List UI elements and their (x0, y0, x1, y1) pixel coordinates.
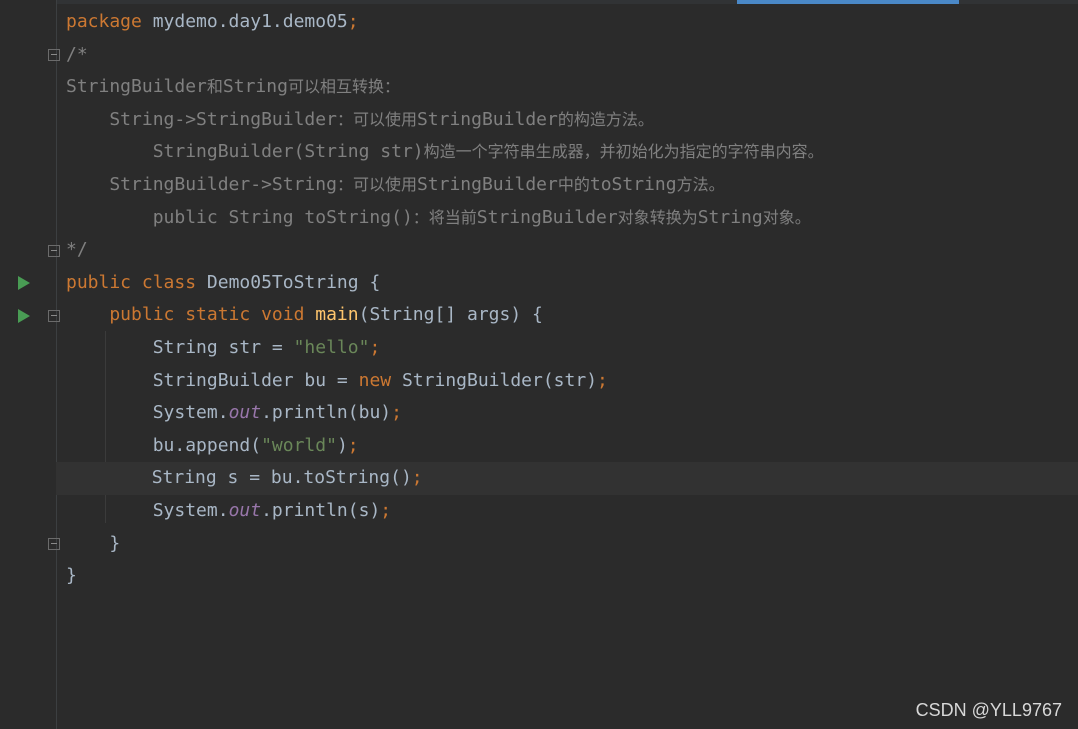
code-line[interactable]: public static void main(String[] args) { (57, 299, 1078, 332)
code-token: StringBuilder (66, 76, 207, 98)
code-token: } (66, 532, 121, 554)
code-token: String (222, 76, 288, 98)
code-token: String str = (66, 336, 294, 358)
code-token: public static void (66, 304, 316, 326)
code-text: StringBuilder(String str)构造一个字符串生成器，并初始化… (66, 136, 824, 169)
code-line[interactable]: public String toString()：将当前StringBuilde… (57, 202, 1078, 235)
code-line[interactable]: String->StringBuilder：可以使用StringBuilder的… (57, 104, 1078, 137)
code-token: } (66, 565, 77, 587)
code-text: StringBuilder bu = new StringBuilder(str… (66, 365, 608, 398)
code-token: StringBuilder bu = (66, 369, 359, 391)
code-editor[interactable]: package mydemo.day1.demo05; /* StringBuild… (56, 6, 1078, 593)
code-token: 对象。 (762, 207, 811, 227)
code-text: System.out.println(s); (66, 495, 391, 528)
code-text: bu.append("world"); (66, 430, 359, 463)
code-token: mydemo.day1.demo05 (152, 11, 348, 32)
code-token: ) (336, 434, 348, 456)
code-text: } (66, 528, 120, 561)
code-token: String s = bu.toString() (65, 467, 412, 489)
code-token: out (228, 402, 262, 424)
code-token: StringBuilder (416, 108, 558, 130)
code-text: String->StringBuilder：可以使用StringBuilder的… (66, 104, 654, 137)
code-line[interactable]: String str = "hello"; (57, 332, 1078, 365)
code-token: 的构造方法。 (557, 109, 654, 129)
code-token: StringBuilder (476, 206, 618, 228)
code-token: public String toString() (66, 206, 413, 228)
editor-gutter (0, 0, 57, 729)
code-token: 可以相互转换： (287, 77, 400, 97)
code-text: } (66, 560, 77, 593)
code-text: String str = "hello"; (66, 332, 381, 365)
code-token: ; (380, 499, 392, 521)
code-text: StringBuilder和String可以相互转换： (66, 71, 400, 104)
code-token: String (697, 206, 763, 228)
code-token: ; (391, 402, 402, 424)
code-line[interactable]: bu.append("world"); (57, 430, 1078, 463)
code-text: StringBuilder->String：可以使用StringBuilder中… (66, 169, 725, 202)
code-token: "world" (261, 434, 337, 456)
code-token: .println(s) (261, 499, 381, 521)
code-token: StringBuilder->String (66, 173, 337, 195)
code-text: package mydemo.day1.demo05; (66, 6, 359, 39)
code-token: public class (66, 271, 207, 293)
code-text: */ (66, 234, 88, 267)
code-token: new (358, 369, 402, 391)
code-line[interactable]: String s = bu.toString(); (56, 462, 1078, 495)
code-line[interactable]: System.out.println(bu); (57, 397, 1078, 430)
code-token: bu.append( (66, 434, 262, 456)
code-line[interactable]: } (57, 528, 1078, 561)
code-token: "hello" (293, 336, 370, 358)
code-token: StringBuilder(String str) (66, 141, 424, 163)
code-token: String->StringBuilder (66, 108, 337, 130)
code-line[interactable]: */ (57, 234, 1078, 267)
code-token: System. (66, 499, 229, 521)
code-token: Demo05ToString { (206, 271, 381, 293)
code-token: main (315, 304, 359, 326)
code-text: public String toString()：将当前StringBuilde… (66, 202, 811, 235)
code-line[interactable]: StringBuilder(String str)构造一个字符串生成器，并初始化… (57, 136, 1078, 169)
code-token: */ (66, 239, 88, 261)
code-token: out (228, 499, 262, 521)
code-line[interactable]: StringBuilder和String可以相互转换： (57, 71, 1078, 104)
code-line[interactable]: public class Demo05ToString { (57, 267, 1078, 300)
code-token: /* (66, 43, 88, 65)
code-token: toString (589, 173, 677, 195)
code-token: ; (411, 467, 423, 489)
code-token: ：将当前 (412, 207, 477, 227)
code-token: StringBuilder (416, 173, 558, 195)
code-line[interactable]: /* (57, 39, 1078, 72)
run-icon[interactable] (18, 308, 30, 323)
code-token: 和 (206, 77, 223, 97)
code-line[interactable]: StringBuilder->String：可以使用StringBuilder中… (57, 169, 1078, 202)
code-token: ; (597, 369, 608, 391)
code-line[interactable]: package mydemo.day1.demo05; (57, 6, 1078, 39)
code-token: ：可以使用 (336, 109, 417, 129)
code-token: ：可以使用 (336, 174, 417, 194)
code-token: 中的 (557, 174, 590, 194)
code-token: ; (347, 434, 359, 456)
code-token: .println(bu) (261, 402, 392, 424)
code-token: ; (369, 336, 381, 358)
watermark: CSDN @YLL9767 (915, 700, 1062, 720)
code-text: public class Demo05ToString { (66, 267, 380, 300)
code-token: (String[] args) { (358, 304, 543, 326)
run-icon[interactable] (18, 276, 30, 291)
code-token: 对象转换为 (617, 207, 698, 227)
code-line[interactable]: StringBuilder bu = new StringBuilder(str… (57, 365, 1078, 398)
code-text: /* (66, 39, 88, 72)
code-token: 构造一个字符串生成器，并初始化为指定的字符串内容。 (423, 142, 824, 162)
code-token: package (66, 11, 153, 32)
code-token: StringBuilder(str) (401, 369, 598, 391)
code-text: public static void main(String[] args) { (66, 299, 543, 332)
code-token: 方法。 (676, 174, 725, 194)
code-line[interactable]: System.out.println(s); (57, 495, 1078, 528)
code-line[interactable]: } (57, 560, 1078, 593)
code-token: System. (66, 402, 229, 424)
code-text: System.out.println(bu); (66, 397, 402, 430)
code-text: String s = bu.toString(); (65, 462, 423, 495)
code-token: ; (347, 11, 359, 32)
active-tab-indicator (737, 0, 959, 4)
